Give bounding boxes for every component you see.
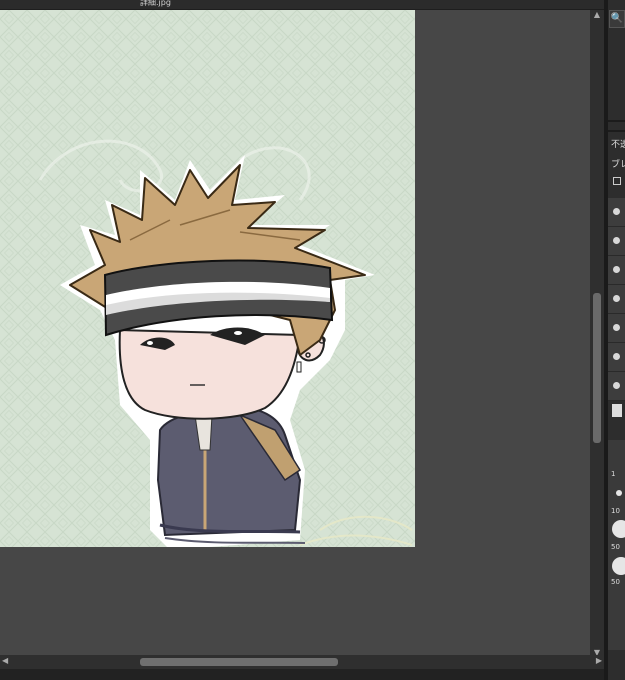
scroll-left-arrow-icon[interactable]: ◀ [2,656,8,665]
radio-icon[interactable] [613,382,620,389]
character-jacket [156,406,306,544]
blend-label: ブレ [611,160,625,170]
horizontal-scrollbar[interactable]: ◀ ▶ [0,655,604,669]
radio-icon[interactable] [613,266,620,273]
document-tab-title[interactable]: 詳細.jpg [140,0,171,8]
radio-icon[interactable] [613,208,620,215]
list-item[interactable] [608,198,625,227]
panel-checkbox[interactable] [613,177,621,185]
status-bar [0,669,625,680]
brush-size-swatch[interactable] [612,520,625,538]
document-tab-bar: 詳細.jpg [0,0,604,10]
canvas-area[interactable] [0,10,590,655]
list-item[interactable] [608,256,625,285]
new-page-icon[interactable] [612,404,622,417]
radio-icon[interactable] [613,353,620,360]
opacity-label: 不透 [611,140,625,150]
vertical-scrollbar[interactable]: ▲ ▼ [590,10,604,658]
list-item[interactable] [608,314,625,343]
scroll-right-arrow-icon[interactable]: ▶ [596,656,602,665]
radio-icon[interactable] [613,295,620,302]
list-item[interactable] [608,285,625,314]
layer-list [608,198,625,401]
brush-size-label: 1 [611,470,616,478]
list-item[interactable] [608,227,625,256]
brush-size-palette: 1 10 50 50 [608,440,625,650]
zoom-icon[interactable]: 🔍 [609,10,625,28]
list-item[interactable] [608,372,625,401]
scroll-up-arrow-icon[interactable]: ▲ [592,10,602,20]
brush-size-label: 50 [611,578,620,586]
radio-icon[interactable] [613,237,620,244]
panel-separator [608,120,625,122]
list-item[interactable] [608,343,625,372]
brush-size-swatch[interactable] [612,557,625,575]
artwork-canvas[interactable] [0,10,415,547]
panel-separator [608,130,625,132]
brush-size-label: 10 [611,507,620,515]
artwork-illustration [0,10,415,547]
brush-size-label: 50 [611,543,620,551]
horizontal-scroll-thumb[interactable] [140,658,338,666]
vertical-scroll-thumb[interactable] [593,293,601,443]
radio-icon[interactable] [613,324,620,331]
brush-size-swatch[interactable] [616,490,622,496]
